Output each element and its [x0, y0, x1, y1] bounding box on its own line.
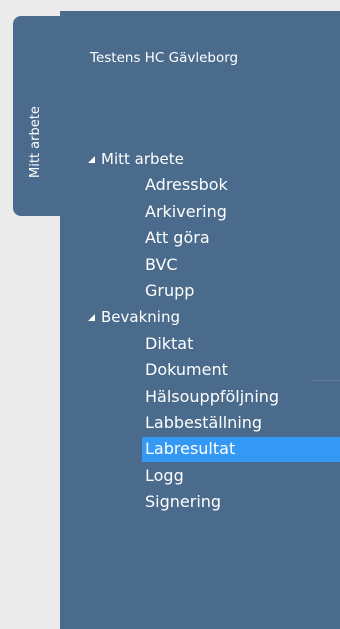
- tree-item-diktat[interactable]: Diktat: [60, 331, 340, 357]
- organization-name: Testens HC Gävleborg: [90, 50, 239, 66]
- expand-triangle-icon[interactable]: [88, 156, 95, 163]
- tree-item-labbeställning[interactable]: Labbeställning: [60, 410, 340, 436]
- tree-group-bevakning[interactable]: Bevakning: [60, 304, 340, 330]
- tree-item-label: Bevakning: [101, 308, 180, 327]
- tree-item-label: Hälsouppföljning: [145, 386, 280, 406]
- tree-item-label: Logg: [145, 465, 184, 485]
- tree-item-label: Att göra: [145, 228, 210, 248]
- tree-item-adressbok[interactable]: Adressbok: [60, 172, 340, 198]
- tree-item-att-göra[interactable]: Att göra: [60, 225, 340, 251]
- tree-item-grupp[interactable]: Grupp: [60, 278, 340, 304]
- tree-item-dokument[interactable]: Dokument: [60, 357, 340, 383]
- tree-item-label: Diktat: [145, 333, 194, 353]
- tree-item-labresultat[interactable]: Labresultat: [60, 436, 340, 462]
- tree-item-label: Labresultat: [145, 439, 236, 459]
- tree-item-logg[interactable]: Logg: [60, 463, 340, 489]
- tree-item-arkivering[interactable]: Arkivering: [60, 199, 340, 225]
- tree-item-label: Arkivering: [145, 201, 227, 221]
- tree-item-label: Signering: [145, 492, 222, 512]
- tree-item-label: Grupp: [145, 280, 195, 300]
- vertical-tab-label: Mitt arbete: [28, 106, 43, 178]
- tree-item-label: Mitt arbete: [101, 150, 184, 168]
- tree-item-label: Labbeställning: [145, 412, 263, 432]
- tree-group-mitt-arbete[interactable]: Mitt arbete: [60, 146, 340, 172]
- navigation-tree: Mitt arbete Adressbok Arkivering Att göra BV…: [60, 146, 340, 515]
- tree-item-bvc[interactable]: BVC: [60, 252, 340, 278]
- tree-item-label: BVC: [145, 254, 178, 274]
- tree-item-signering[interactable]: Signering: [60, 489, 340, 515]
- expand-triangle-icon[interactable]: [88, 314, 95, 322]
- tree-item-label: Adressbok: [145, 175, 228, 195]
- tree-item-label: Dokument: [145, 360, 228, 380]
- tree-item-hälsouppföljning[interactable]: Hälsouppföljning: [60, 384, 340, 410]
